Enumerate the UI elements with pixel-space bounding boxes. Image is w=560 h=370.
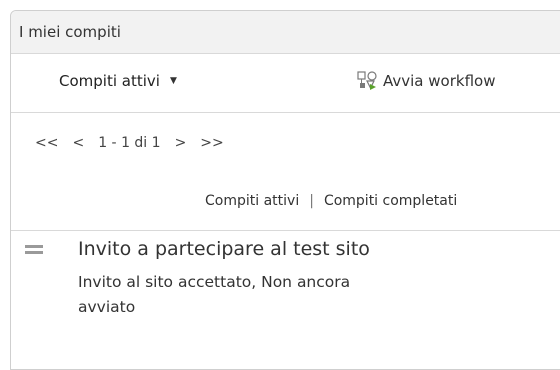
workflow-icon	[357, 71, 377, 91]
active-tasks-link[interactable]: Compiti attivi	[205, 193, 299, 209]
dashlet-toolbar: Compiti attivi ▼ Avvia workflow	[11, 54, 560, 113]
start-workflow-label: Avvia workflow	[383, 72, 496, 90]
completed-tasks-link[interactable]: Compiti completati	[324, 193, 457, 209]
task-list-item: Invito a partecipare al test sito Invito…	[11, 231, 560, 341]
task-title-link[interactable]: Invito a partecipare al test sito	[78, 238, 370, 260]
task-status: Invito al sito accettato, Non ancora avv…	[78, 273, 351, 316]
page-range: 1 - 1 di 1	[98, 135, 161, 151]
pagination-area: << < 1 - 1 di 1 > >> Compiti attivi | Co…	[11, 113, 560, 231]
drag-handle-icon	[25, 245, 43, 259]
link-separator: |	[309, 193, 314, 209]
prev-page-link[interactable]: <	[72, 135, 84, 151]
paginator: << < 1 - 1 di 1 > >>	[35, 135, 224, 151]
task-view-links: Compiti attivi | Compiti completati	[205, 193, 457, 209]
first-page-link[interactable]: <<	[35, 135, 58, 151]
start-workflow-button[interactable]: Avvia workflow	[357, 71, 495, 91]
task-filter-label: Compiti attivi	[59, 72, 160, 90]
my-tasks-dashlet: I miei compiti Compiti attivi ▼ Avvia wo…	[10, 10, 560, 370]
task-filter-dropdown[interactable]: Compiti attivi ▼	[59, 72, 177, 90]
last-page-link[interactable]: >>	[200, 135, 223, 151]
dashlet-title-bar: I miei compiti	[11, 11, 560, 54]
next-page-link[interactable]: >	[175, 135, 187, 151]
chevron-down-icon: ▼	[169, 76, 177, 86]
dashlet-title: I miei compiti	[19, 23, 121, 41]
